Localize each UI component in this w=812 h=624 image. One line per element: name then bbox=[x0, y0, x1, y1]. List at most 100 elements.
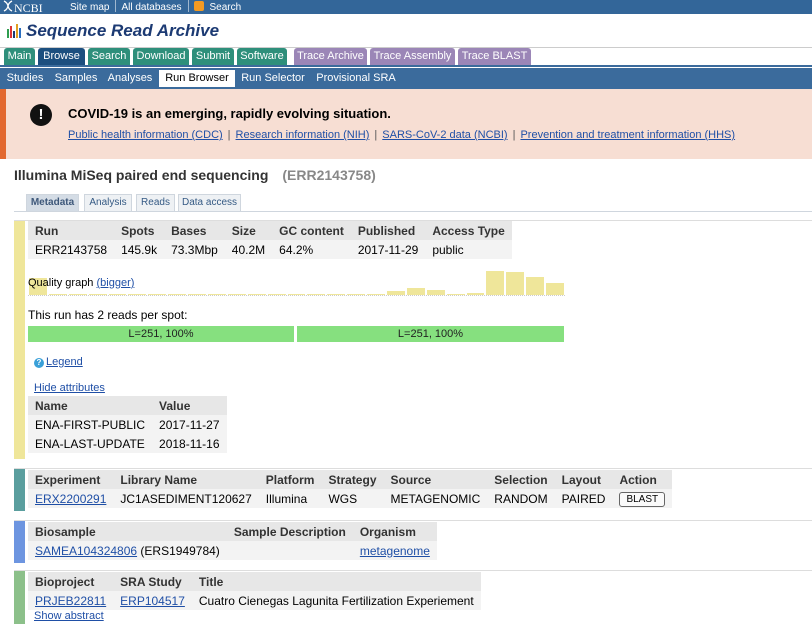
quality-bar bbox=[48, 294, 67, 295]
cell-attr-value: 2017-11-27 bbox=[152, 415, 227, 434]
tab-download[interactable]: Download bbox=[133, 48, 189, 65]
bioproject-link[interactable]: PRJEB22811 bbox=[35, 594, 106, 608]
cell-strategy: WGS bbox=[321, 489, 384, 508]
col-run: Run bbox=[28, 221, 115, 240]
tab-main[interactable]: Main bbox=[4, 48, 35, 65]
table-row: ENA-LAST-UPDATE 2018-11-16 bbox=[28, 434, 227, 453]
blast-button[interactable]: BLAST bbox=[619, 491, 666, 507]
read-bar-1: L=251, 100% bbox=[28, 326, 294, 342]
legend-link[interactable]: ? Legend bbox=[34, 356, 83, 368]
quality-graph-text: Quality graph bbox=[28, 277, 94, 289]
search-link[interactable]: Search bbox=[210, 2, 242, 13]
cell-bases: 73.3Mbp bbox=[164, 240, 225, 259]
quality-bar bbox=[387, 291, 405, 295]
table-row: ENA-FIRST-PUBLIC 2017-11-27 bbox=[28, 415, 227, 434]
cell-size: 40.2M bbox=[224, 240, 273, 259]
rss-icon[interactable] bbox=[193, 1, 204, 11]
read-bar-2: L=251, 100% bbox=[297, 326, 564, 342]
sra-study-link[interactable]: ERP104517 bbox=[120, 594, 185, 608]
cell-experiment: ERX2200291 bbox=[28, 489, 114, 508]
tab-search[interactable]: Search bbox=[88, 48, 130, 65]
tab-trace-blast[interactable]: Trace BLAST bbox=[458, 48, 531, 65]
biosample-section: Biosample Sample Description Organism SA… bbox=[14, 520, 812, 563]
tab-reads[interactable]: Reads bbox=[136, 194, 175, 212]
cell-run: ERR2143758 bbox=[28, 240, 115, 259]
tab-metadata[interactable]: Metadata bbox=[26, 194, 79, 212]
cell-organism: metagenome bbox=[352, 541, 437, 560]
run-name: Illumina MiSeq paired end sequencing bbox=[14, 167, 269, 183]
quality-bar bbox=[88, 294, 107, 295]
col-layout: Layout bbox=[554, 470, 613, 489]
hide-attributes-link[interactable]: Hide attributes bbox=[34, 382, 105, 394]
covid-headline: COVID-19 is an emerging, rapidly evolvin… bbox=[68, 106, 391, 121]
site-map-link[interactable]: Site map bbox=[70, 2, 109, 13]
cell-library-name: JC1ASEDIMENT120627 bbox=[113, 489, 259, 508]
ncbi-logo[interactable]: NCBI bbox=[2, 0, 43, 15]
hhs-link[interactable]: Prevention and treatment information (HH… bbox=[520, 129, 735, 141]
all-databases-link[interactable]: All databases bbox=[121, 2, 181, 13]
organism-link[interactable]: metagenome bbox=[360, 544, 430, 558]
cell-source: METAGENOMIC bbox=[383, 489, 488, 508]
quality-bar bbox=[267, 294, 286, 295]
tab-analysis[interactable]: Analysis bbox=[84, 194, 132, 212]
bioproject-table: Bioproject SRA Study Title PRJEB22811 ER… bbox=[28, 572, 481, 610]
quality-bar bbox=[247, 294, 266, 295]
tab-submit[interactable]: Submit bbox=[192, 48, 234, 65]
tab-samples[interactable]: Samples bbox=[51, 70, 101, 87]
exclamation-icon: ! bbox=[30, 104, 52, 126]
cell-spots: 145.9k bbox=[114, 240, 165, 259]
tab-browse[interactable]: Browse bbox=[38, 48, 85, 65]
quality-bar bbox=[486, 271, 505, 295]
tab-software[interactable]: Software bbox=[237, 48, 287, 65]
nih-link[interactable]: Research information (NIH) bbox=[236, 129, 370, 141]
sub-tabs: Studies Samples Analyses Run Browser Run… bbox=[0, 68, 812, 89]
ers-accession: (ERS1949784) bbox=[140, 543, 220, 558]
experiment-link[interactable]: ERX2200291 bbox=[35, 492, 106, 506]
page-title[interactable]: Sequence Read Archive bbox=[26, 21, 219, 41]
tab-run-browser[interactable]: Run Browser bbox=[159, 70, 235, 87]
biosample-link[interactable]: SAMEA104324806 bbox=[35, 544, 137, 558]
ncbi-helix-icon bbox=[3, 0, 13, 12]
tab-studies[interactable]: Studies bbox=[2, 70, 48, 87]
quality-bar bbox=[227, 294, 246, 295]
col-bioproject: Bioproject bbox=[28, 572, 114, 591]
cell-attr-name: ENA-FIRST-PUBLIC bbox=[28, 415, 153, 434]
tab-provisional-sra[interactable]: Provisional SRA bbox=[311, 70, 401, 87]
experiment-section-bar bbox=[14, 469, 25, 511]
cell-sra-study: ERP104517 bbox=[113, 591, 192, 610]
table-header-row: Name Value bbox=[28, 396, 227, 415]
col-sample-description: Sample Description bbox=[226, 522, 353, 541]
tab-trace-assembly[interactable]: Trace Assembly bbox=[370, 48, 455, 65]
table-row: SAMEA104324806 (ERS1949784) metagenome bbox=[28, 541, 437, 560]
tab-data-access[interactable]: Data access bbox=[178, 194, 241, 212]
ncbi-logo-text: NCBI bbox=[14, 1, 43, 15]
cdc-link[interactable]: Public health information (CDC) bbox=[68, 129, 223, 141]
ncbi-link[interactable]: SARS-CoV-2 data (NCBI) bbox=[382, 129, 507, 141]
col-experiment: Experiment bbox=[28, 470, 114, 489]
tab-analyses[interactable]: Analyses bbox=[104, 70, 156, 87]
cell-selection: RANDOM bbox=[487, 489, 555, 508]
show-abstract-link[interactable]: Show abstract bbox=[34, 610, 104, 622]
experiment-section: Experiment Library Name Platform Strateg… bbox=[14, 468, 812, 511]
col-organism: Organism bbox=[352, 522, 437, 541]
biosample-section-bar bbox=[14, 521, 25, 563]
tab-trace-archive[interactable]: Trace Archive bbox=[294, 48, 367, 65]
cell-sample-description bbox=[226, 541, 353, 560]
cell-bioproject: PRJEB22811 bbox=[28, 591, 114, 610]
quality-bar bbox=[406, 287, 425, 295]
tab-run-selector[interactable]: Run Selector bbox=[238, 70, 308, 87]
run-accession: (ERR2143758) bbox=[282, 167, 376, 183]
bigger-link[interactable]: (bigger) bbox=[97, 277, 135, 289]
cell-title: Cuatro Cienegas Lagunita Fertilization E… bbox=[191, 591, 481, 610]
bioproject-section-bar bbox=[14, 571, 25, 624]
table-row: PRJEB22811 ERP104517 Cuatro Cienegas Lag… bbox=[28, 591, 481, 610]
quality-bar bbox=[168, 294, 187, 295]
quality-bar bbox=[466, 292, 485, 295]
cell-action: BLAST bbox=[612, 489, 673, 508]
table-row: ERR2143758 145.9k 73.3Mbp 40.2M 64.2% 20… bbox=[28, 240, 512, 259]
quality-bar bbox=[426, 290, 445, 295]
legend-text[interactable]: Legend bbox=[46, 356, 83, 368]
table-header-row: Bioproject SRA Study Title bbox=[28, 572, 481, 591]
detail-tabs-rule bbox=[14, 211, 812, 212]
quality-bar bbox=[128, 294, 147, 295]
